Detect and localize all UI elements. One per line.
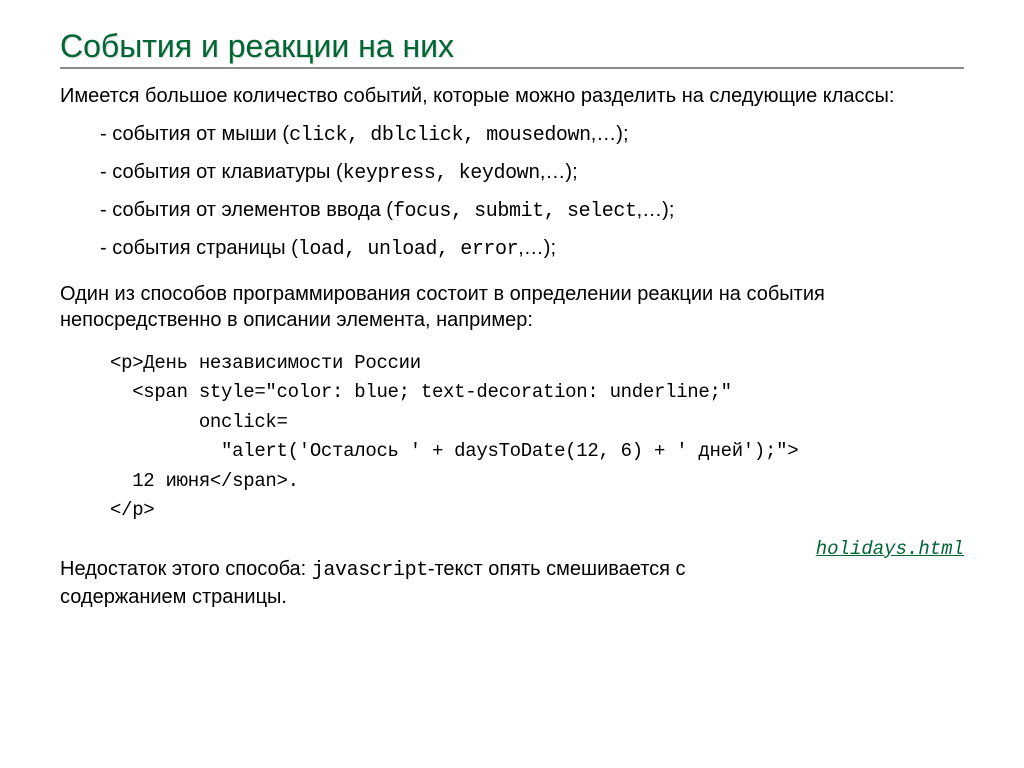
bullet-input-events: - события от элементов ввода (focus, sub… [100, 197, 964, 225]
bullet-suffix: ,…); [591, 123, 629, 145]
bullet-mono: click, dblclick, mousedown [289, 124, 591, 147]
bullet-prefix: - события от элементов ввода ( [100, 199, 393, 221]
bullet-mono: load, unload, error [298, 238, 518, 261]
bullet-suffix: ,…); [540, 161, 578, 183]
drawback-text: Недостаток этого способа: javascript-тек… [60, 556, 776, 611]
paragraph-method: Один из способов программирования состои… [60, 281, 964, 333]
code-example: <p>День независимости России <span style… [110, 349, 964, 526]
bullet-prefix: - события от мыши ( [100, 123, 289, 145]
bullet-keyboard-events: - события от клавиатуры (keypress, keydo… [100, 159, 964, 187]
drawback-prefix: Недостаток этого способа: [60, 558, 312, 580]
bullet-suffix: ,…); [637, 199, 675, 221]
event-classes-list: - события от мыши (click, dblclick, mous… [100, 121, 964, 263]
footer-row: Недостаток этого способа: javascript-тек… [60, 556, 964, 611]
bullet-page-events: - события страницы (load, unload, error,… [100, 235, 964, 263]
bullet-mono: keypress, keydown [343, 162, 540, 185]
bullet-mouse-events: - события от мыши (click, dblclick, mous… [100, 121, 964, 149]
bullet-prefix: - события от клавиатуры ( [100, 161, 343, 183]
slide-title: События и реакции на них [60, 28, 964, 69]
intro-text: Имеется большое количество событий, кото… [60, 83, 964, 109]
holidays-link[interactable]: holidays.html [816, 538, 964, 560]
bullet-prefix: - события страницы ( [100, 237, 298, 259]
bullet-suffix: ,…); [518, 237, 556, 259]
bullet-mono: focus, submit, select [393, 200, 637, 223]
slide-container: События и реакции на них Имеется большое… [0, 0, 1024, 768]
drawback-mono: javascript [312, 559, 428, 582]
